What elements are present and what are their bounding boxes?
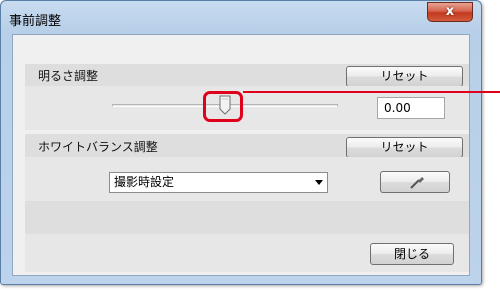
empty-row <box>25 201 469 234</box>
title-bar[interactable]: 事前調整 x <box>1 1 481 35</box>
close-icon: x <box>445 4 455 19</box>
brightness-label: 明るさ調整 <box>38 69 99 83</box>
white-balance-selected-value: 撮影時設定 <box>114 175 175 189</box>
brightness-reset-button[interactable]: リセット <box>346 66 463 87</box>
white-balance-reset-button[interactable]: リセット <box>346 137 463 158</box>
brightness-value-field[interactable]: 0.00 <box>377 97 445 119</box>
callout-line <box>243 91 500 93</box>
close-window-button[interactable]: x <box>427 2 473 22</box>
eyedropper-button[interactable] <box>380 171 450 193</box>
eyedropper-icon <box>410 177 424 189</box>
highlight-annotation <box>203 91 243 122</box>
window-title: 事前調整 <box>9 14 62 29</box>
close-dialog-button[interactable]: 閉じる <box>370 243 454 265</box>
white-balance-label: ホワイトバランス調整 <box>38 140 158 154</box>
white-balance-dropdown[interactable]: 撮影時設定 <box>109 172 328 193</box>
chevron-down-icon <box>315 180 323 185</box>
